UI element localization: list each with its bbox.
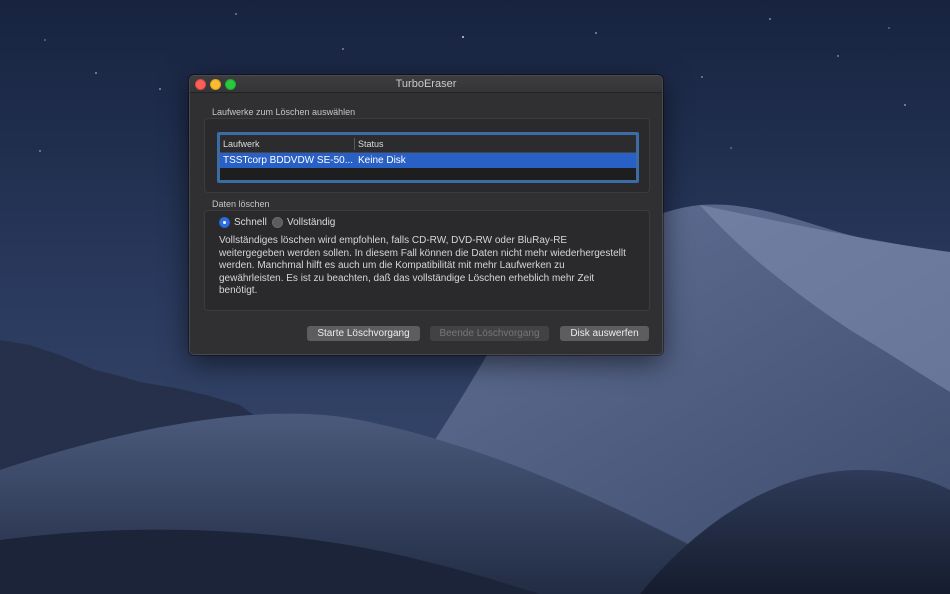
drives-group-label: Laufwerke zum Löschen auswählen: [212, 107, 356, 117]
column-header-status[interactable]: Status: [358, 139, 384, 149]
drive-status-cell: Keine Disk: [358, 155, 406, 166]
radio-full[interactable]: [272, 217, 283, 228]
radio-quick-label[interactable]: Schnell: [234, 217, 267, 228]
stop-erase-button[interactable]: Beende Löschvorgang: [430, 326, 549, 341]
title-bar[interactable]: TurboEraser: [190, 76, 662, 93]
erase-group-box: Schnell Vollständig Vollständiges lösche…: [204, 210, 650, 311]
drives-table[interactable]: Laufwerk Status TSSTcorp BDDVDW SE-50...…: [217, 132, 639, 183]
erase-description: Vollständiges löschen wird empfohlen, fa…: [219, 235, 639, 298]
window-title: TurboEraser: [395, 78, 457, 90]
description-line: benötigt.: [219, 285, 258, 297]
table-header: Laufwerk Status: [220, 135, 636, 153]
column-divider[interactable]: [354, 138, 355, 150]
start-erase-button[interactable]: Starte Löschvorgang: [307, 326, 420, 341]
table-row[interactable]: TSSTcorp BDDVDW SE-50... Keine Disk: [220, 153, 636, 168]
eject-disk-button[interactable]: Disk auswerfen: [560, 326, 649, 341]
app-window: TurboEraser Laufwerke zum Löschen auswäh…: [189, 75, 663, 355]
description-line: Vollständiges löschen wird empfohlen, fa…: [219, 235, 568, 246]
drives-group-box: Laufwerk Status TSSTcorp BDDVDW SE-50...…: [204, 118, 650, 193]
description-line: werden. Manchmal hilft es auch um die Ko…: [219, 260, 565, 272]
radio-full-label[interactable]: Vollständig: [287, 217, 335, 228]
description-line: gewährleisten. Es ist zu beachten, daß d…: [219, 272, 595, 284]
radio-quick[interactable]: [219, 217, 230, 228]
drive-name-cell: TSSTcorp BDDVDW SE-50...: [223, 155, 354, 166]
column-header-drive[interactable]: Laufwerk: [223, 139, 260, 149]
description-line: weitergegeben werden sollen. In diesem F…: [219, 247, 626, 259]
erase-group-label: Daten löschen: [212, 199, 270, 209]
